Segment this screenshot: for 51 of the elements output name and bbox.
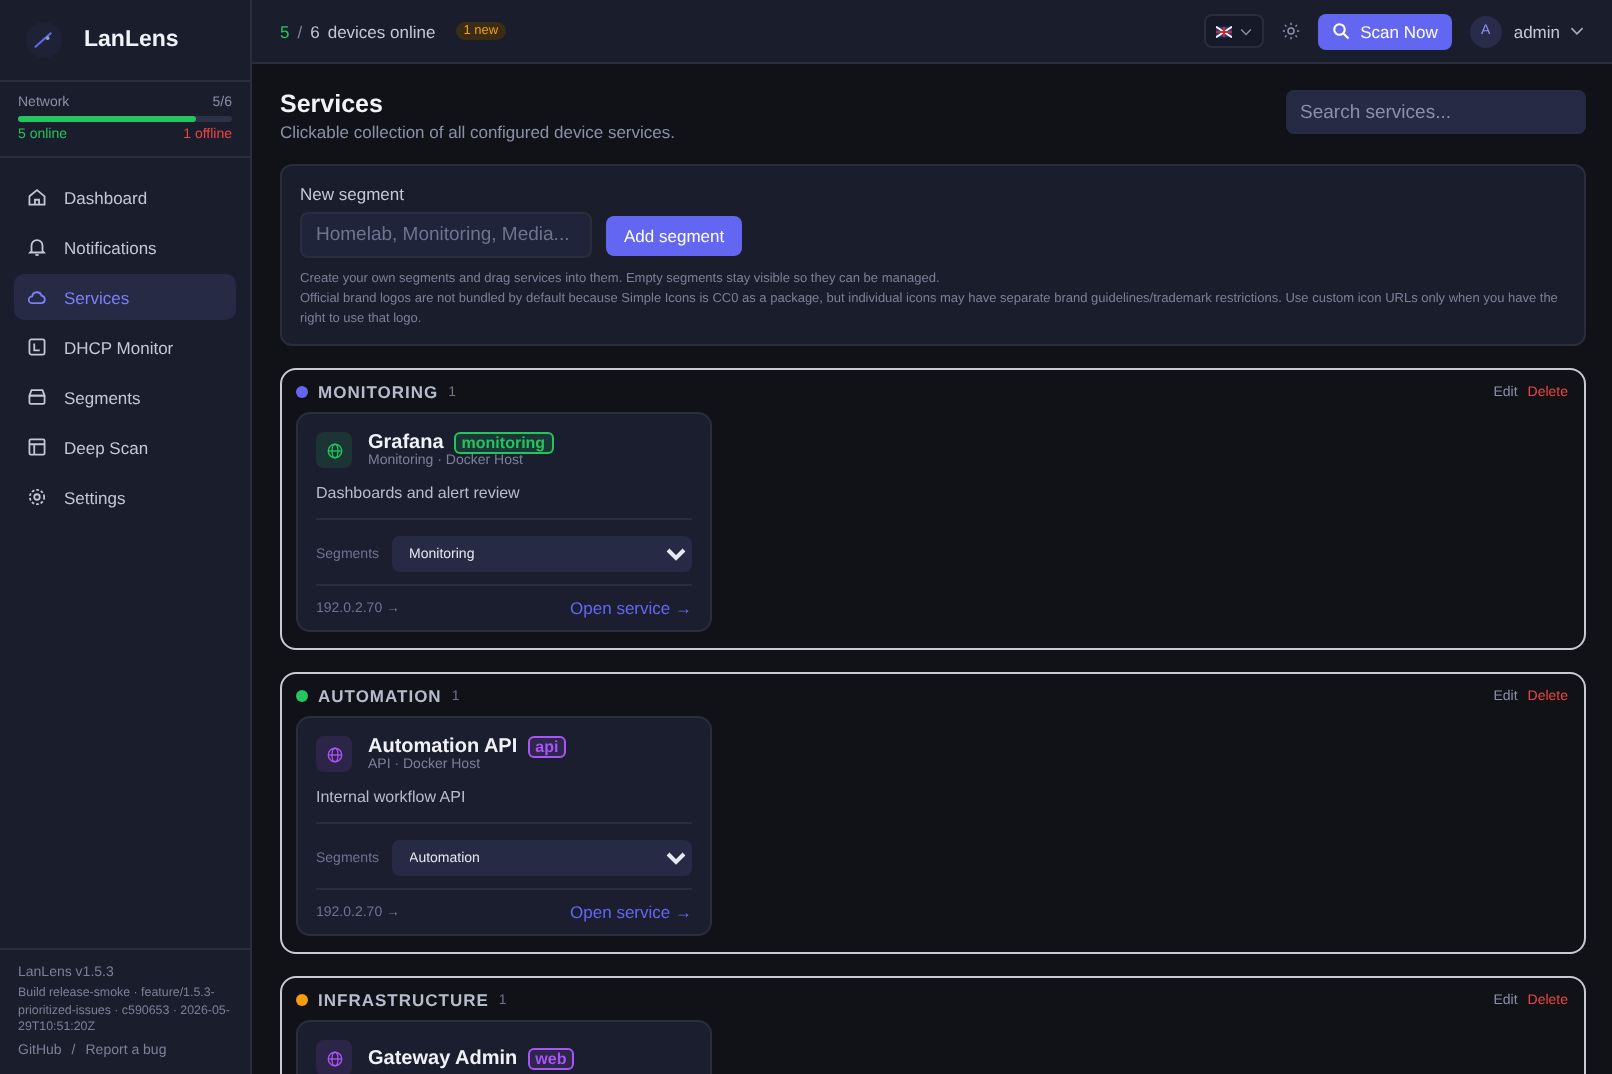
sidebar-item[interactable]: Services: [14, 274, 236, 320]
online-devices: 5: [280, 21, 290, 41]
segment-name: MONITORING: [318, 382, 439, 403]
box-icon: [26, 336, 48, 358]
page-subtitle: Clickable collection of all configured device services.: [280, 122, 675, 142]
scan-now-button[interactable]: Scan Now: [1318, 13, 1452, 49]
chevron-down-icon: [1570, 26, 1584, 36]
service-tag: monitoring: [453, 432, 554, 455]
service-name: Gateway Admin: [368, 1047, 518, 1070]
sidebar-item[interactable]: Dashboard: [14, 174, 236, 220]
segment-name: AUTOMATION: [318, 686, 442, 707]
flag-icon: [1216, 25, 1233, 37]
service-name: Automation API: [368, 736, 518, 759]
cloud-icon: [26, 286, 48, 308]
search-field[interactable]: Search services...: [1286, 90, 1586, 134]
count-separator: /: [297, 21, 303, 41]
segment-name-field[interactable]: Homelab, Monitoring, Media...: [300, 212, 592, 258]
new-segment-label: New segment: [300, 184, 406, 204]
service-description: Dashboards and alert review: [316, 484, 692, 521]
service-tag: web: [527, 1047, 575, 1070]
brand-name: LanLens: [84, 28, 179, 52]
sidebar-item[interactable]: Deep Scan: [14, 424, 236, 470]
service-tag: api: [527, 736, 567, 759]
total-devices: 6: [310, 21, 320, 41]
stack-icon: [26, 386, 48, 408]
page-title: Services: [280, 90, 385, 118]
globe-icon: [316, 736, 352, 773]
sidebar-item[interactable]: DHCP Monitor: [14, 324, 236, 370]
search-icon: [1332, 22, 1351, 40]
chevron-down-icon: [1240, 27, 1253, 35]
gear-icon: [26, 486, 48, 508]
sidebar-item[interactable]: Segments: [14, 374, 236, 420]
service-name: Grafana: [368, 432, 444, 455]
globe-icon: [316, 432, 352, 469]
logo-icon: [24, 20, 64, 60]
service-card[interactable]: Gateway Admin web: [296, 1020, 712, 1074]
sidebar-item[interactable]: Settings: [14, 474, 236, 520]
bell-icon: [26, 236, 48, 258]
grid-icon: [26, 436, 48, 458]
user-menu[interactable]: admin: [1513, 21, 1584, 41]
devices-online-label: devices online: [327, 21, 436, 41]
open-service-link[interactable]: Open service →: [570, 598, 692, 619]
add-segment-button[interactable]: Add segment: [606, 215, 743, 255]
globe-icon: [316, 1040, 352, 1074]
language-selector[interactable]: [1204, 14, 1265, 48]
sidebar-item[interactable]: Notifications: [14, 224, 236, 270]
theme-toggle-icon[interactable]: [1282, 22, 1301, 40]
segment-name: INFRASTRUCTURE: [318, 990, 489, 1011]
open-service-link[interactable]: Open service →: [570, 902, 692, 923]
home-icon: [26, 186, 48, 208]
service-description: Internal workflow API: [316, 788, 692, 825]
